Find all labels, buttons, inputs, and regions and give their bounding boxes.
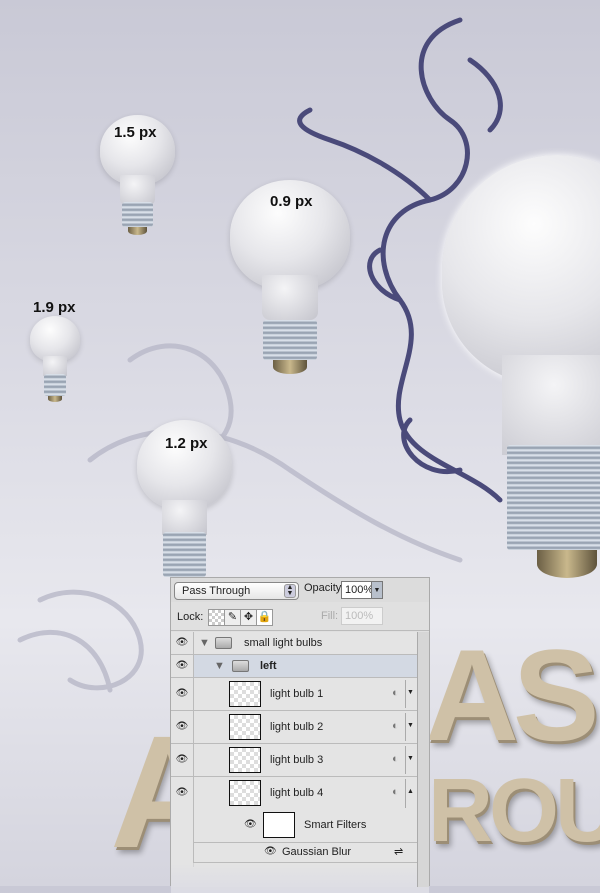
layers-panel: Pass Through ▲ ▼ Opacity: 100% ▼ Lock: ✎ ✥… xyxy=(170,577,430,893)
disclosure-triangle-icon[interactable]: ▼ xyxy=(214,660,225,672)
visibility-eye-icon[interactable]: 👁 xyxy=(171,777,194,867)
bulb-label: 1.5 px xyxy=(114,124,157,141)
visibility-eye-icon[interactable]: 👁 xyxy=(171,632,194,654)
blend-mode-select[interactable]: Pass Through ▲ ▼ xyxy=(174,582,299,600)
stepper-arrows-icon: ▲ ▼ xyxy=(284,584,296,598)
opacity-label: Opacity: xyxy=(304,582,345,594)
smart-object-thumbnail xyxy=(229,747,261,773)
smart-object-thumbnail xyxy=(229,780,261,806)
expand-arrow-icon[interactable]: ▼ xyxy=(405,746,415,774)
smart-filters-row[interactable]: 👁 Smart Filters xyxy=(194,810,417,843)
expand-arrow-icon[interactable]: ▼ xyxy=(405,713,415,741)
folder-icon xyxy=(232,660,249,672)
disclosure-triangle-icon[interactable]: ▼ xyxy=(199,637,210,649)
layer-light-bulb-2[interactable]: 👁 light bulb 2 ◐ ▼ xyxy=(171,711,417,744)
smart-filter-icon: ◐ xyxy=(392,687,399,699)
layer-light-bulb-1[interactable]: 👁 light bulb 1 ◐ ▼ xyxy=(171,678,417,711)
expand-arrow-icon[interactable]: ▼ xyxy=(405,680,415,708)
layer-name: small light bulbs xyxy=(244,637,323,649)
folder-icon xyxy=(215,637,232,649)
lock-all-icon[interactable]: 🔒 xyxy=(256,609,273,626)
fill-input[interactable]: 100% xyxy=(341,607,383,625)
layer-group-small-light-bulbs[interactable]: 👁 ▼ small light bulbs xyxy=(171,632,417,655)
layers-list: 👁 ▼ small light bulbs 👁 ▼ left 👁 light b… xyxy=(171,632,429,893)
layer-name: light bulb 3 xyxy=(270,754,324,766)
smart-object-thumbnail xyxy=(229,714,261,740)
smart-filters-label: Smart Filters xyxy=(304,819,367,831)
visibility-eye-icon[interactable]: 👁 xyxy=(171,744,194,776)
title-letters-top: AS xyxy=(425,622,600,768)
lock-label: Lock: xyxy=(177,611,204,623)
blend-mode-value: Pass Through xyxy=(182,585,251,597)
visibility-eye-icon[interactable]: 👁 xyxy=(171,655,194,677)
layer-name: light bulb 1 xyxy=(270,688,324,700)
blending-options-icon[interactable]: ⇌ xyxy=(394,845,403,858)
faded-panel-bottom xyxy=(171,863,429,893)
layer-name: left xyxy=(260,660,277,672)
layer-name: light bulb 4 xyxy=(270,787,324,799)
visibility-eye-icon[interactable]: 👁 xyxy=(244,819,257,830)
filter-gaussian-blur[interactable]: 👁 Gaussian Blur ⇌ xyxy=(194,843,417,863)
visibility-eye-icon[interactable]: 👁 xyxy=(171,678,194,710)
lock-brush-icon[interactable]: ✎ xyxy=(224,609,241,626)
title-letters-bottom: ROU xyxy=(428,761,600,861)
layers-scrollbar[interactable] xyxy=(417,632,429,887)
bulb-label: 0.9 px xyxy=(270,193,313,210)
filter-mask-thumbnail xyxy=(263,812,295,838)
visibility-eye-icon[interactable]: 👁 xyxy=(171,711,194,743)
collapse-arrow-icon[interactable]: ▲ xyxy=(405,779,415,808)
lock-transparency-icon[interactable] xyxy=(208,609,225,626)
layer-light-bulb-3[interactable]: 👁 light bulb 3 ◐ ▼ xyxy=(171,744,417,777)
smart-filter-icon: ◐ xyxy=(392,786,399,798)
bulb-label: 1.2 px xyxy=(165,435,208,452)
layer-group-left[interactable]: 👁 ▼ left xyxy=(171,655,417,678)
smart-filter-icon: ◐ xyxy=(392,720,399,732)
filter-name: Gaussian Blur xyxy=(282,846,352,858)
visibility-eye-icon[interactable]: 👁 xyxy=(264,846,277,857)
bulb-label: 1.9 px xyxy=(33,299,76,316)
layer-light-bulb-4[interactable]: 👁 light bulb 4 ◐ ▲ xyxy=(171,777,417,867)
smart-object-thumbnail xyxy=(229,681,261,707)
smart-filter-icon: ◐ xyxy=(392,753,399,765)
fill-label: Fill: xyxy=(321,610,339,622)
opacity-dropdown-button[interactable]: ▼ xyxy=(371,581,383,599)
lock-move-icon[interactable]: ✥ xyxy=(240,609,257,626)
layer-name: light bulb 2 xyxy=(270,721,324,733)
